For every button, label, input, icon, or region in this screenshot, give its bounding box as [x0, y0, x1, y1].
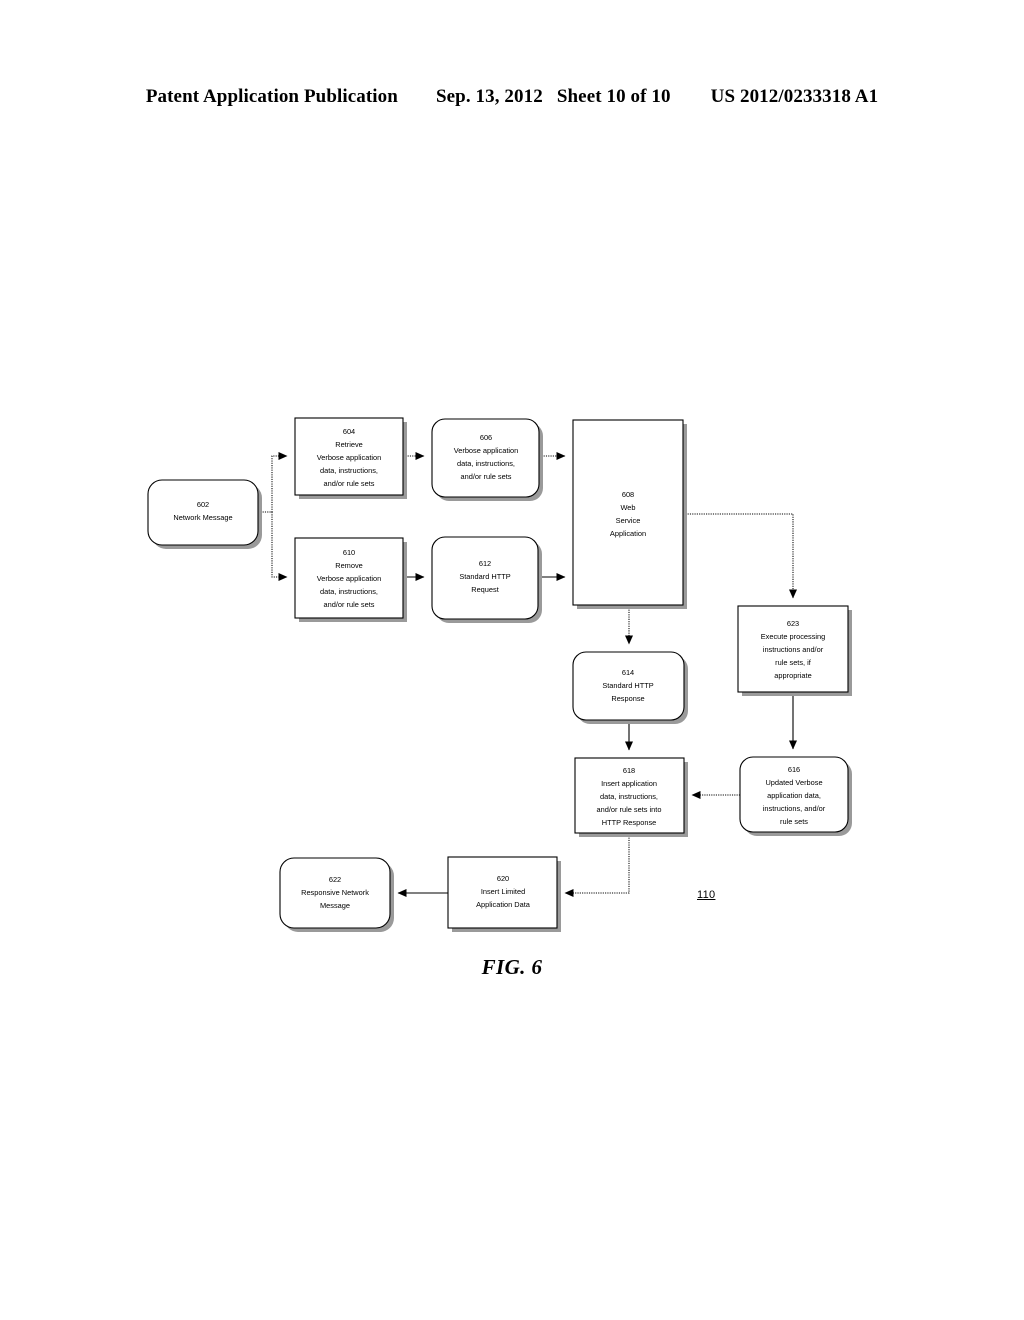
node-623-line-0: 623: [787, 619, 799, 628]
node-606-line-3: and/or rule sets: [461, 472, 512, 481]
node-614-line-1: Standard HTTP: [602, 681, 653, 690]
edge-602-to-604: [258, 452, 288, 513]
node-618-line-4: HTTP Response: [602, 818, 657, 827]
node-622-line-2: Message: [320, 901, 350, 910]
node-606-line-2: data, instructions,: [457, 459, 515, 468]
node-623-line-2: instructions and/or: [763, 645, 824, 654]
node-610-line-4: and/or rule sets: [324, 600, 375, 609]
node-620-line-0: 620: [497, 874, 509, 883]
node-616-line-3: instructions, and/or: [763, 804, 826, 813]
node-618-line-2: data, instructions,: [600, 792, 658, 801]
node-610-remove[interactable]: 610 Remove Verbose application data, ins…: [294, 537, 407, 622]
node-604-line-2: Verbose application: [317, 453, 382, 462]
node-612-line-1: Standard HTTP: [459, 572, 510, 581]
node-608-web-service-application[interactable]: 608 Web Service Application: [572, 419, 687, 609]
node-614-line-0: 614: [622, 668, 634, 677]
node-602-line-0: 602: [197, 500, 209, 509]
node-606-line-0: 606: [480, 433, 492, 442]
node-606-line-1: Verbose application: [454, 446, 519, 455]
node-608-line-2: Service: [616, 516, 641, 525]
flowchart-canvas: 602 Network Message 604 Retrieve Verbose…: [147, 417, 852, 932]
node-610-line-1: Remove: [335, 561, 363, 570]
node-620-insert-limited-application-data[interactable]: 620 Insert Limited Application Data: [447, 856, 561, 932]
node-608-line-0: 608: [622, 490, 634, 499]
node-623-line-3: rule sets, if: [775, 658, 812, 667]
node-618-insert-application-data[interactable]: 618 Insert application data, instruction…: [574, 757, 688, 837]
node-604-retrieve[interactable]: 604 Retrieve Verbose application data, i…: [294, 417, 407, 499]
figure-6-diagram: 602 Network Message 604 Retrieve Verbose…: [0, 0, 1024, 1320]
node-622-line-0: 622: [329, 875, 341, 884]
node-612-line-2: Request: [471, 585, 499, 594]
edge-618-to-620: [564, 833, 630, 897]
figure-caption: FIG. 6: [481, 955, 543, 979]
node-604-line-4: and/or rule sets: [324, 479, 375, 488]
node-610-line-2: Verbose application: [317, 574, 382, 583]
node-608-line-3: Application: [610, 529, 646, 538]
node-623-execute-processing-instructions[interactable]: 623 Execute processing instructions and/…: [737, 605, 852, 696]
node-616-updated-verbose-application-data[interactable]: 616 Updated Verbose application data, in…: [739, 756, 852, 836]
node-612-standard-http-request[interactable]: 612 Standard HTTP Request: [431, 536, 542, 623]
node-622-line-1: Responsive Network: [301, 888, 369, 897]
node-604-line-0: 604: [343, 427, 355, 436]
node-618-line-1: Insert application: [601, 779, 657, 788]
edge-602-to-610: [271, 512, 288, 581]
node-616-line-2: application data,: [767, 791, 821, 800]
node-604-line-3: data, instructions,: [320, 466, 378, 475]
node-602-network-message[interactable]: 602 Network Message: [147, 479, 262, 549]
node-618-line-3: and/or rule sets into: [597, 805, 662, 814]
system-reference-numeral: 110: [697, 889, 716, 901]
node-616-line-4: rule sets: [780, 817, 808, 826]
node-606-verbose-application-data[interactable]: 606 Verbose application data, instructio…: [431, 418, 543, 501]
node-602-line-1: Network Message: [173, 513, 232, 522]
node-612-line-0: 612: [479, 559, 491, 568]
node-610-line-3: data, instructions,: [320, 587, 378, 596]
node-610-line-0: 610: [343, 548, 355, 557]
edge-608-to-623: [683, 513, 797, 599]
node-620-line-2: Application Data: [476, 900, 531, 909]
node-608-line-1: Web: [620, 503, 635, 512]
node-604-line-1: Retrieve: [335, 440, 363, 449]
node-623-line-1: Execute processing: [761, 632, 826, 641]
node-616-line-0: 616: [788, 765, 800, 774]
node-616-line-1: Updated Verbose: [765, 778, 822, 787]
node-618-line-0: 618: [623, 766, 635, 775]
node-620-line-1: Insert Limited: [481, 887, 525, 896]
node-614-standard-http-response[interactable]: 614 Standard HTTP Response: [572, 651, 688, 724]
node-622-responsive-network-message[interactable]: 622 Responsive Network Message: [279, 857, 394, 932]
node-623-line-4: appropriate: [774, 671, 811, 680]
node-614-line-2: Response: [611, 694, 644, 703]
